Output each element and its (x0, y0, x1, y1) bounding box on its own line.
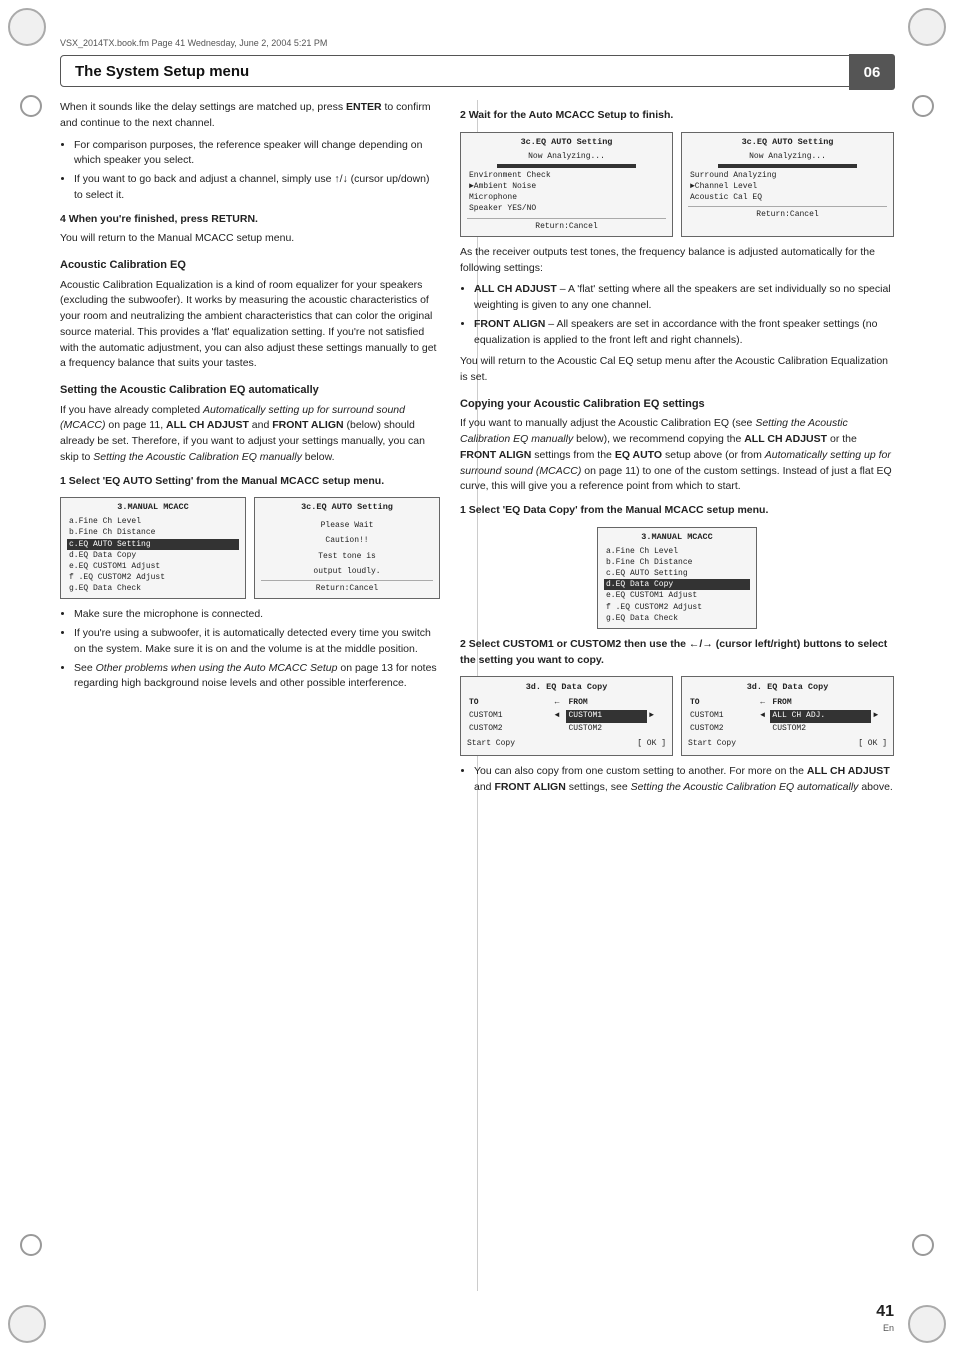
return-label: Return:Cancel (688, 206, 887, 220)
list-item: See Other problems when using the Auto M… (74, 661, 440, 693)
after-bullets: You will return to the Acoustic Cal EQ s… (460, 354, 894, 386)
copy-body: If you want to manually adjust the Acous… (460, 416, 894, 495)
screen-analyzing-right: 3c.EQ AUTO Setting Now Analyzing... Surr… (681, 132, 894, 237)
corner-decoration-br (908, 1305, 946, 1343)
menu-item: Surround Analyzing (688, 170, 887, 181)
setting-auto-heading: Setting the Acoustic Calibration EQ auto… (60, 382, 440, 399)
screen-title: 3c.EQ AUTO Setting (261, 502, 433, 514)
screen-title: 3.MANUAL MCACC (604, 532, 750, 544)
menu-item: Speaker YES/NO (467, 203, 666, 214)
screen-title: 3.MANUAL MCACC (67, 502, 239, 514)
step2-heading: 2 Wait for the Auto MCACC Setup to finis… (460, 108, 894, 124)
bullets-copy: You can also copy from one custom settin… (474, 764, 894, 796)
setting-auto-body: If you have already completed Automatica… (60, 403, 440, 466)
main-content: When it sounds like the delay settings a… (60, 100, 894, 1291)
menu-item: d.EQ Data Copy (67, 550, 239, 561)
settings-bullets: ALL CH ADJUST – A 'flat' setting where a… (474, 282, 894, 348)
right-column: 2 Wait for the Auto MCACC Setup to finis… (460, 100, 894, 1291)
wait-text: Please Wait (261, 520, 433, 531)
screen-single-copy: 3.MANUAL MCACC a.Fine Ch Level b.Fine Ch… (460, 527, 894, 629)
menu-item-selected: c.EQ AUTO Setting (67, 539, 239, 550)
menu-item: Microphone (467, 192, 666, 203)
screen-title: 3d. EQ Data Copy (467, 681, 666, 695)
chapter-number: 06 (849, 54, 895, 90)
file-info: VSX_2014TX.book.fm Page 41 Wednesday, Ju… (60, 38, 327, 48)
copy-heading: Copying your Acoustic Calibration EQ set… (460, 396, 894, 413)
ring-decoration-tr (912, 95, 934, 117)
list-item: You can also copy from one custom settin… (474, 764, 894, 796)
progress-bar (718, 164, 857, 168)
return-label: Return:Cancel (261, 580, 433, 594)
caution-text: Caution!! (261, 535, 433, 546)
list-item: ALL CH ADJUST – A 'flat' setting where a… (474, 282, 894, 314)
intro-paragraph: When it sounds like the delay settings a… (60, 100, 440, 132)
acoustic-eq-body: Acoustic Calibration Equalization is a k… (60, 278, 440, 373)
bullets-2: Make sure the microphone is connected. I… (74, 607, 440, 692)
return-label: Return:Cancel (467, 218, 666, 232)
menu-item: b.Fine Ch Distance (67, 527, 239, 538)
menu-item: a.Fine Ch Level (67, 516, 239, 527)
caution-text-3: output loudly. (261, 566, 433, 577)
screen-eq-data-copy-left: 3d. EQ Data Copy TO ← FROM CUSTOM1 ◄ CUS… (460, 676, 673, 756)
now-analyzing: Now Analyzing... (688, 151, 887, 162)
menu-item: Acoustic Cal EQ (688, 192, 887, 203)
menu-item: f .EQ CUSTOM2 Adjust (67, 572, 239, 583)
menu-item: e.EQ CUSTOM1 Adjust (67, 561, 239, 572)
menu-item: f .EQ CUSTOM2 Adjust (604, 602, 750, 613)
menu-item: ►Channel Level (688, 181, 887, 192)
menu-item: c.EQ AUTO Setting (604, 568, 750, 579)
ring-decoration-br (912, 1234, 934, 1256)
screen-title: 3d. EQ Data Copy (688, 681, 887, 695)
corner-decoration-bl (8, 1305, 46, 1343)
screen-pair-2: 3c.EQ AUTO Setting Now Analyzing... Envi… (460, 132, 894, 237)
menu-item: a.Fine Ch Level (604, 546, 750, 557)
corner-decoration-tr (908, 8, 946, 46)
step4-body: You will return to the Manual MCACC setu… (60, 231, 440, 247)
caution-text-2: Test tone is (261, 551, 433, 562)
list-item: For comparison purposes, the reference s… (74, 138, 440, 170)
list-item: If you want to go back and adjust a chan… (74, 172, 440, 204)
menu-item: b.Fine Ch Distance (604, 557, 750, 568)
ring-decoration-bl (20, 1234, 42, 1256)
body-after-screens: As the receiver outputs test tones, the … (460, 245, 894, 277)
page-number: 41 (876, 1303, 894, 1321)
step2-copy-heading: 2 Select CUSTOM1 or CUSTOM2 then use the… (460, 637, 894, 669)
page-title: The System Setup menu (75, 63, 249, 80)
progress-bar (497, 164, 636, 168)
menu-item: e.EQ CUSTOM1 Adjust (604, 590, 750, 601)
list-item: If you're using a subwoofer, it is autom… (74, 626, 440, 658)
menu-item: Environment Check (467, 170, 666, 181)
step1-heading: 1 Select 'EQ AUTO Setting' from the Manu… (60, 474, 440, 490)
screen-title: 3c.EQ AUTO Setting (688, 137, 887, 149)
step4-heading: 4 When you're finished, press RETURN. (60, 212, 440, 228)
screen-analyzing-left: 3c.EQ AUTO Setting Now Analyzing... Envi… (460, 132, 673, 237)
copy-table-left: TO ← FROM CUSTOM1 ◄ CUSTOM1 ► CUSTOM2 CU… (467, 697, 666, 735)
intro-bullets: For comparison purposes, the reference s… (74, 138, 440, 204)
menu-item: g.EQ Data Check (67, 583, 239, 594)
screen-manual-mcacc: 3.MANUAL MCACC a.Fine Ch Level b.Fine Ch… (60, 497, 246, 599)
screen-manual-mcacc-copy: 3.MANUAL MCACC a.Fine Ch Level b.Fine Ch… (597, 527, 757, 629)
list-item: Make sure the microphone is connected. (74, 607, 440, 623)
menu-item: ►Ambient Noise (467, 181, 666, 192)
menu-item-selected: d.EQ Data Copy (604, 579, 750, 590)
copy-table-right: TO ← FROM CUSTOM1 ◄ ALL CH ADJ. ► CUSTOM… (688, 697, 887, 735)
ring-decoration-tl (20, 95, 42, 117)
acoustic-eq-heading: Acoustic Calibration EQ (60, 257, 440, 274)
screen-eq-auto-setting: 3c.EQ AUTO Setting Please Wait Caution!!… (254, 497, 440, 599)
menu-item: g.EQ Data Check (604, 613, 750, 624)
screen-pair-copy: 3d. EQ Data Copy TO ← FROM CUSTOM1 ◄ CUS… (460, 676, 894, 756)
screen-pair-1: 3.MANUAL MCACC a.Fine Ch Level b.Fine Ch… (60, 497, 440, 599)
list-item: FRONT ALIGN – All speakers are set in ac… (474, 317, 894, 349)
left-column: When it sounds like the delay settings a… (60, 100, 440, 1291)
page-lang: En (883, 1323, 894, 1333)
screen-title: 3c.EQ AUTO Setting (467, 137, 666, 149)
now-analyzing: Now Analyzing... (467, 151, 666, 162)
step1-copy-heading: 1 Select 'EQ Data Copy' from the Manual … (460, 503, 894, 519)
corner-decoration-tl (8, 8, 46, 46)
header-bar: The System Setup menu 06 (60, 55, 894, 87)
screen-eq-data-copy-right: 3d. EQ Data Copy TO ← FROM CUSTOM1 ◄ ALL… (681, 676, 894, 756)
